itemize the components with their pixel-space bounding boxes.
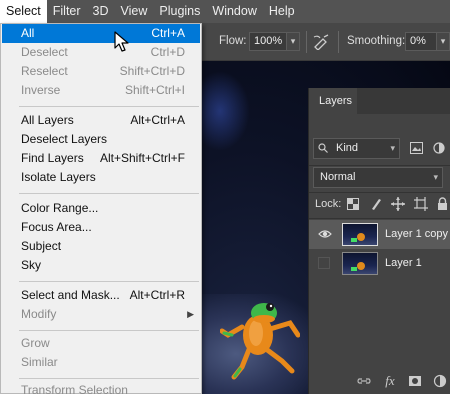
lock-image-pixels-icon[interactable] — [370, 197, 382, 211]
lock-position-icon[interactable] — [391, 197, 405, 211]
filter-kind-label: Kind — [336, 142, 359, 154]
smoothing-label: Smoothing: — [347, 35, 406, 47]
menu-item-grow[interactable]: Grow — [2, 334, 200, 353]
menu-select[interactable]: Select — [0, 0, 47, 23]
visibility-toggle-box[interactable] — [318, 257, 330, 269]
menu-bar: Select Filter 3D View Plugins Window Hel… — [0, 0, 450, 23]
options-separator — [338, 31, 339, 53]
panel-divider — [309, 165, 450, 166]
menu-filter[interactable]: Filter — [47, 0, 87, 23]
lock-transparent-pixels-icon[interactable] — [347, 198, 359, 210]
menu-help[interactable]: Help — [263, 0, 301, 23]
menu-separator — [19, 281, 199, 282]
menu-item-deselect-layers[interactable]: Deselect Layers — [2, 130, 200, 149]
layers-panel: Layers Kind ▾ Normal ▾ Lock: Layer 1 cop… — [308, 88, 450, 394]
lock-all-icon[interactable] — [437, 197, 448, 211]
select-menu-dropdown: All Ctrl+A Deselect Ctrl+D Reselect Shif… — [0, 23, 202, 394]
menu-separator — [19, 193, 199, 194]
layer-thumbnail — [342, 252, 378, 275]
flow-label: Flow: — [219, 35, 247, 47]
menu-item-select-and-mask[interactable]: Select and Mask... Alt+Ctrl+R — [2, 286, 200, 305]
menu-item-isolate-layers[interactable]: Isolate Layers — [2, 168, 200, 187]
panel-divider — [309, 218, 450, 219]
options-separator — [306, 31, 307, 53]
menu-item-inverse[interactable]: Inverse Shift+Ctrl+I — [2, 81, 200, 100]
layer-name[interactable]: Layer 1 — [385, 257, 422, 269]
menu-item-sky[interactable]: Sky — [2, 256, 200, 275]
menu-item-find-layers[interactable]: Find Layers Alt+Shift+Ctrl+F — [2, 149, 200, 168]
tab-layers[interactable]: Layers — [309, 88, 357, 114]
layer-row-layer-1[interactable]: Layer 1 — [309, 249, 450, 278]
menu-item-reselect[interactable]: Reselect Shift+Ctrl+D — [2, 62, 200, 81]
search-icon — [318, 143, 328, 153]
submenu-arrow-icon: ▶ — [187, 309, 194, 319]
menu-item-modify[interactable]: Modify ▶ — [2, 305, 200, 324]
blend-mode-select[interactable]: Normal ▾ — [313, 167, 443, 188]
adjustment-filter-icon[interactable] — [433, 142, 445, 154]
menu-item-subject[interactable]: Subject — [2, 237, 200, 256]
menu-item-transform-selection[interactable]: Transform Selection — [2, 381, 200, 394]
thumbnail-frog — [357, 233, 365, 241]
thumbnail-frog-leg — [351, 267, 357, 271]
thumbnail-frog — [357, 262, 365, 270]
chevron-down-icon: ▾ — [390, 143, 395, 153]
menu-window[interactable]: Window — [206, 0, 262, 23]
layer-row-layer-1-copy[interactable]: Layer 1 copy — [309, 220, 450, 249]
layers-tab-bar: Layers — [309, 88, 450, 114]
lock-label: Lock: — [315, 198, 342, 210]
filter-kind-select[interactable]: Kind ▾ — [313, 138, 400, 159]
blend-mode-label: Normal — [320, 171, 356, 183]
layer-name[interactable]: Layer 1 copy — [385, 228, 448, 240]
menu-3d[interactable]: 3D — [87, 0, 115, 23]
menu-view[interactable]: View — [115, 0, 154, 23]
layers-footer: fx — [309, 368, 450, 394]
layer-thumbnail — [342, 223, 378, 246]
thumbnail-frog-leg — [351, 238, 357, 242]
flow-input[interactable]: 100% — [249, 32, 287, 51]
frog-image — [220, 303, 300, 380]
menu-separator — [19, 378, 199, 379]
menu-item-focus-area[interactable]: Focus Area... — [2, 218, 200, 237]
link-layers-icon[interactable] — [357, 374, 371, 388]
mouse-cursor-icon — [114, 31, 129, 52]
menu-item-all[interactable]: All Ctrl+A — [2, 24, 200, 43]
menu-item-similar[interactable]: Similar — [2, 353, 200, 372]
menu-item-color-range[interactable]: Color Range... — [2, 199, 200, 218]
menu-separator — [19, 330, 199, 331]
menu-plugins[interactable]: Plugins — [153, 0, 206, 23]
adjustment-layer-icon[interactable] — [433, 374, 447, 388]
menu-item-all-layers[interactable]: All Layers Alt+Ctrl+A — [2, 111, 200, 130]
fx-icon[interactable]: fx — [383, 374, 397, 388]
smoothing-dropdown-icon[interactable]: ▾ — [436, 32, 450, 51]
add-mask-icon[interactable] — [408, 374, 422, 388]
smoothing-input[interactable]: 0% — [405, 32, 437, 51]
flow-dropdown-icon[interactable]: ▾ — [286, 32, 300, 51]
menu-item-deselect[interactable]: Deselect Ctrl+D — [2, 43, 200, 62]
chevron-down-icon: ▾ — [433, 172, 438, 182]
menu-separator — [19, 106, 199, 107]
image-filter-icon[interactable] — [410, 142, 423, 154]
eye-icon[interactable] — [318, 228, 332, 240]
airbrush-icon[interactable] — [312, 34, 330, 50]
panel-divider — [309, 192, 450, 193]
lock-artboard-icon[interactable] — [414, 197, 428, 211]
canvas-blue-glow — [200, 71, 250, 151]
